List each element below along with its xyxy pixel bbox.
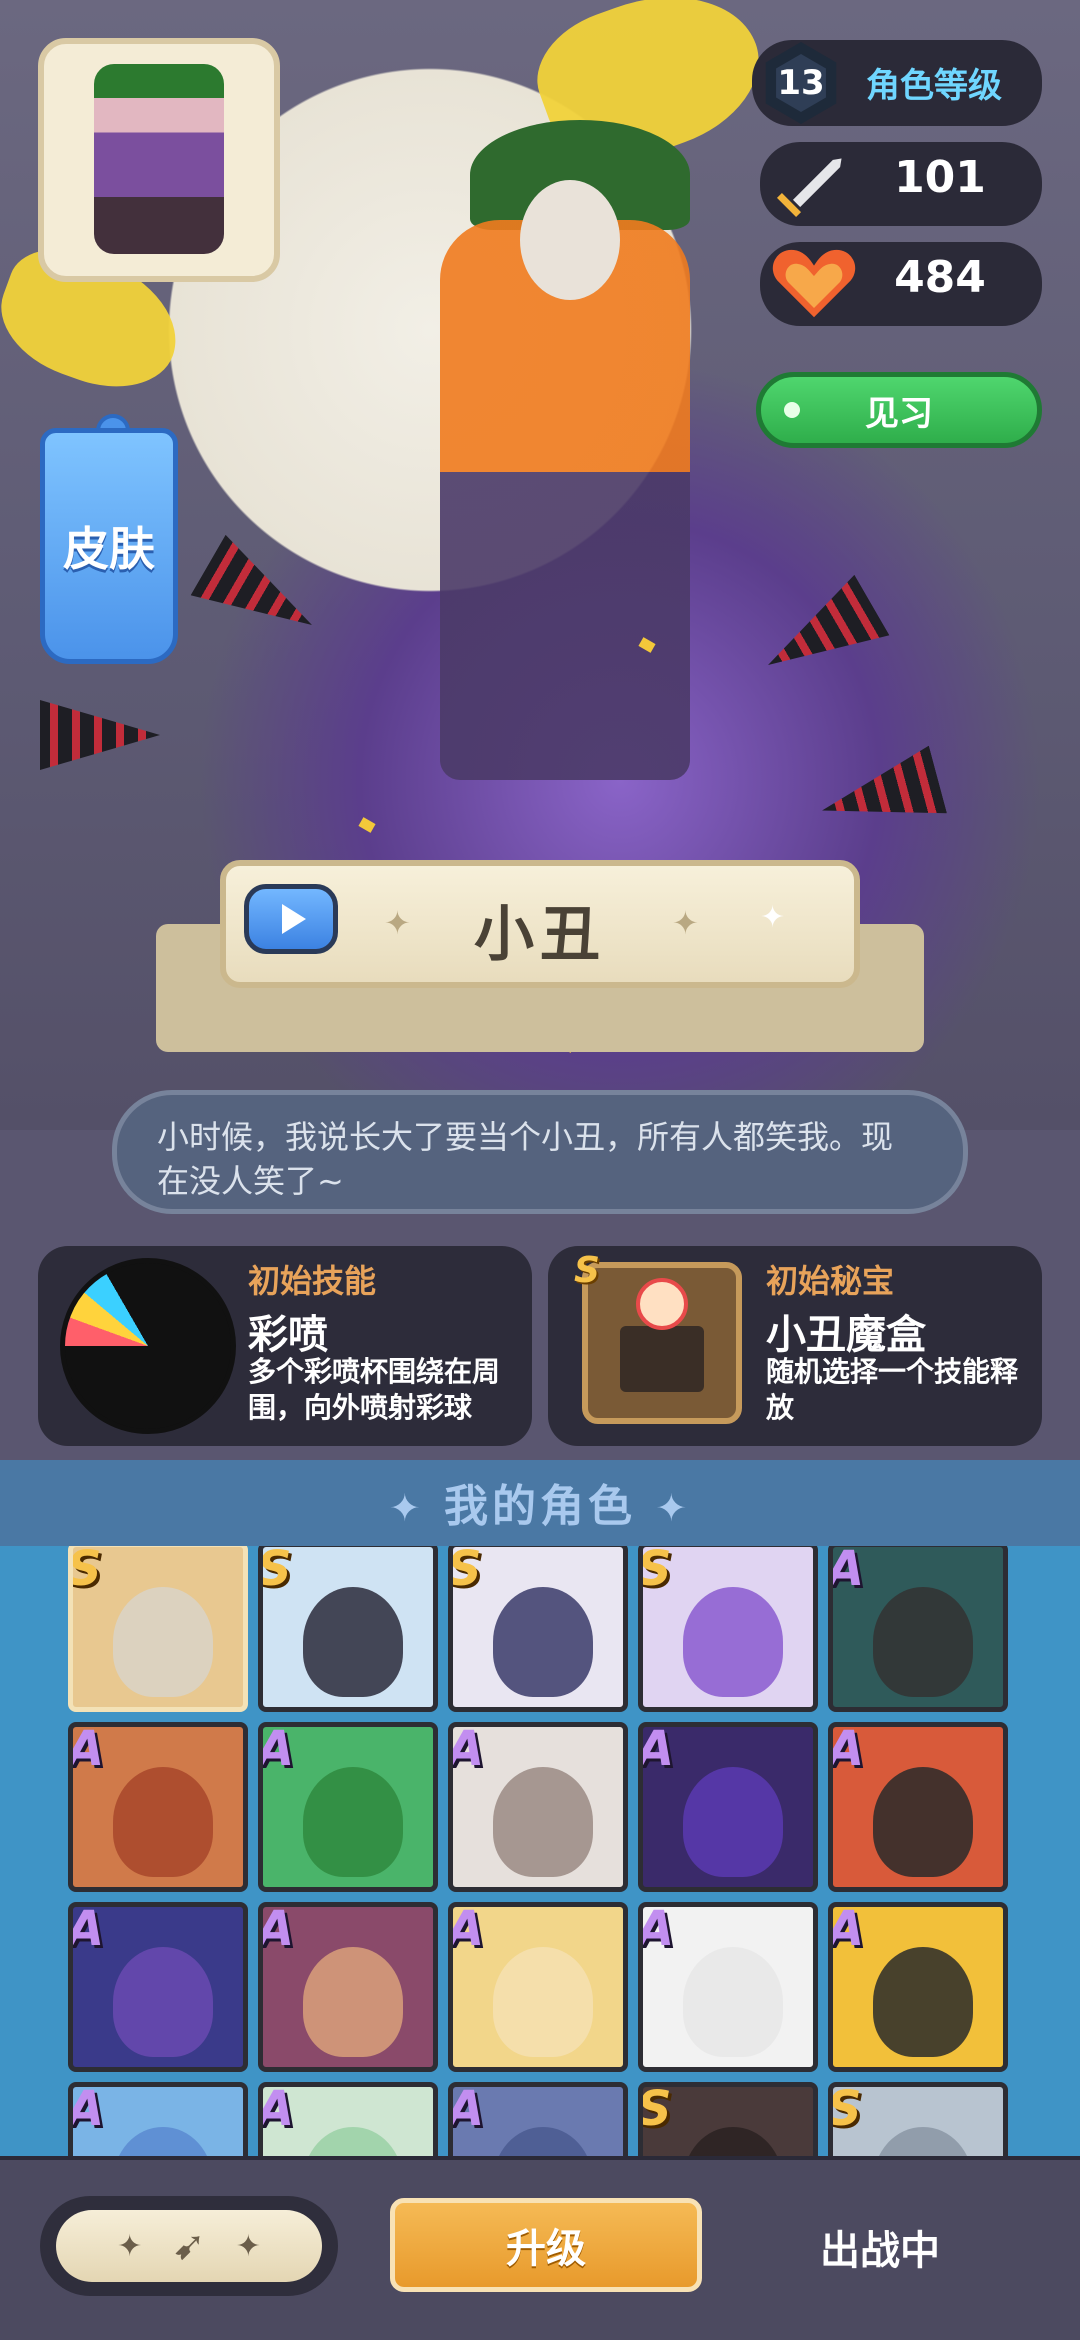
role-tile[interactable]: A [258,2082,438,2160]
grade-badge: A [68,1902,105,1957]
treasure-clown-head [636,1278,688,1330]
upgrade-button[interactable]: 升级 [390,2198,702,2292]
grade-badge: A [828,1902,865,1957]
grade-badge: S [638,2082,672,2137]
grade-badge: S [448,1546,482,1597]
skin-button[interactable]: 皮肤 [40,428,178,664]
role-tile[interactable]: A [448,1902,628,2072]
sword-icon [772,153,847,222]
grade-badge: A [258,1902,295,1957]
character-body [440,220,690,780]
play-icon [282,904,306,934]
hp-value: 484 [894,252,986,303]
grade-badge: S [638,1546,672,1597]
role-portrait [683,1947,783,2057]
grade-badge: A [448,1722,485,1777]
grade-badge: A [68,1722,105,1777]
wing-right-icon: ✦ [655,1486,692,1530]
role-portrait [683,1767,783,1877]
treasure-description: 随机选择一个技能释放 [766,1355,1019,1424]
role-portrait [303,1767,403,1877]
role-tile[interactable]: A [828,1902,1008,2072]
role-tile[interactable]: A [828,1722,1008,1892]
grade-badge: A [68,2082,105,2137]
grade-badge: S [68,1546,102,1597]
role-portrait [303,1587,403,1697]
sparkle-icon: ✦ [760,900,786,935]
role-portrait [683,1587,783,1697]
role-tile[interactable]: A [68,2082,248,2160]
skin-label: 皮肤 [63,522,155,576]
heart-icon [768,245,860,323]
grade-badge: A [448,1902,485,1957]
skill-description: 多个彩喷杯围绕在周围，向外喷射彩球 [248,1355,501,1424]
roster-grid: S S S S A A A A A A A A A A A A A A S S [0,1546,1080,2160]
status-dot [784,402,800,418]
character-head [520,180,620,300]
megaphone [40,700,160,770]
confetti [358,817,376,833]
role-portrait [873,1947,973,2057]
megaphone [751,575,890,696]
role-tile[interactable]: A [638,1722,818,1892]
level-label: 角色等级 [866,66,1002,106]
role-portrait [113,1587,213,1697]
roster-title: 我的角色 [444,1481,636,1532]
role-tile[interactable]: S [258,1546,438,1712]
role-portrait [493,1767,593,1877]
sparkle-icon: ✦ [117,2228,143,2264]
role-tile[interactable]: S [828,2082,1008,2160]
treasure-name: 小丑魔盒 [766,1312,926,1358]
character-portrait[interactable] [38,38,280,282]
role-portrait [873,1767,973,1877]
deployed-status: 出战中 [820,2228,940,2274]
pixel-avatar [94,64,224,254]
treasure-grade-badge: S [574,1250,600,1291]
grade-badge: A [828,1546,865,1597]
skin-selector-button[interactable]: ✦ ➹ ✦ [56,2210,322,2282]
roster-title-row: ✦ 我的角色 ✦ [0,1470,1080,1534]
play-voice-button[interactable] [244,884,338,954]
role-tile[interactable]: S [638,1546,818,1712]
grade-badge: A [638,1902,675,1957]
role-portrait [303,1947,403,2057]
character-name: 小丑 [474,900,606,970]
megaphone [813,746,947,845]
role-tile[interactable]: S [638,2082,818,2160]
grade-badge: A [828,1722,865,1777]
role-portrait [493,1587,593,1697]
role-portrait [113,1767,213,1877]
skill-kicker: 初始技能 [248,1262,377,1300]
feather-icon: ➹ [172,2223,206,2269]
grade-badge: S [828,2082,862,2137]
status-tag-label: 见习 [865,393,933,434]
role-tile[interactable]: A [68,1902,248,2072]
grade-badge: S [258,1546,292,1597]
skill-name: 彩喷 [248,1312,328,1358]
role-tile[interactable]: A [638,1902,818,2072]
role-tile[interactable]: A [828,1546,1008,1712]
grade-badge: A [258,1722,295,1777]
role-portrait [113,1947,213,2057]
sparkle-icon: ✦ [235,2228,261,2264]
wing-left-icon: ✦ [388,1486,425,1530]
character-quote: 小时候，我说长大了要当个小丑，所有人都笑我。现在没人笑了~ [112,1090,968,1214]
role-tile[interactable]: A [68,1722,248,1892]
grade-badge: A [638,1722,675,1777]
attack-value: 101 [894,152,986,203]
role-tile[interactable]: A [448,1722,628,1892]
grade-badge: A [448,2082,485,2137]
grade-badge: A [258,2082,295,2137]
role-tile[interactable]: A [258,1722,438,1892]
treasure-box-shape [620,1326,704,1392]
color-spray-skill-icon [60,1258,236,1434]
role-portrait [873,1587,973,1697]
megaphone [191,535,330,656]
role-tile[interactable]: A [448,2082,628,2160]
role-portrait [493,1947,593,2057]
role-tile[interactable]: S [448,1546,628,1712]
treasure-kicker: 初始秘宝 [766,1262,895,1300]
role-tile[interactable]: S [68,1546,248,1712]
role-tile[interactable]: A [258,1902,438,2072]
